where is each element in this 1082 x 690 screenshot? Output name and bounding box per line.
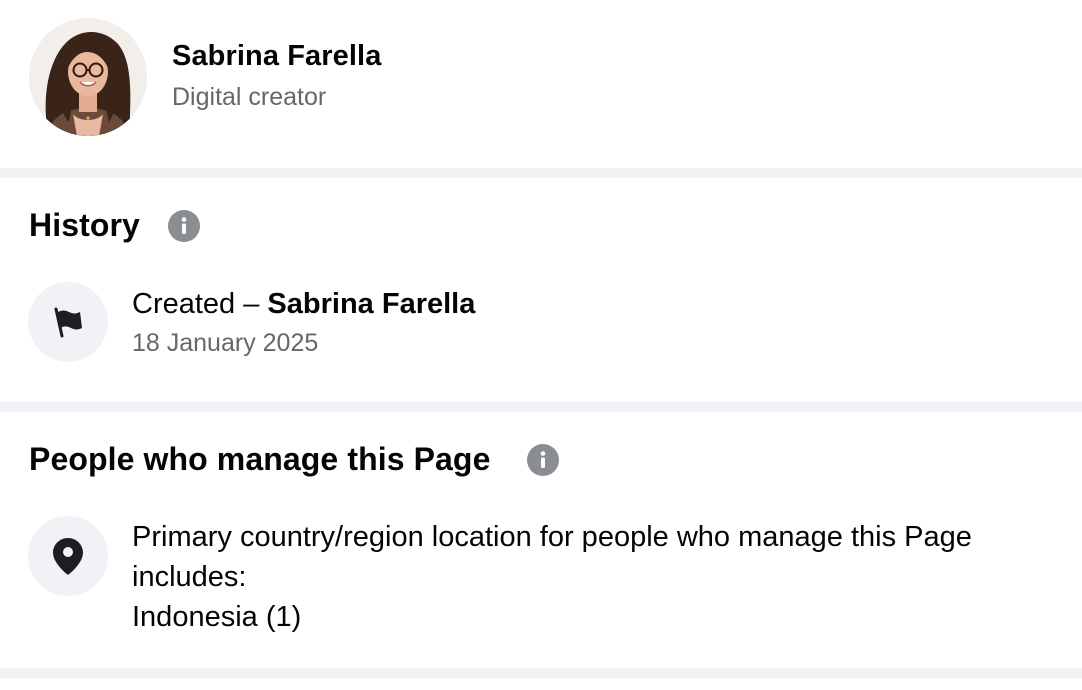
- avatar-image: [29, 18, 147, 136]
- location-badge: [28, 516, 108, 596]
- profile-category: Digital creator: [172, 83, 327, 111]
- section-divider: [0, 168, 1082, 178]
- flag-icon: [54, 307, 82, 338]
- history-created-prefix: Created –: [132, 288, 268, 320]
- info-icon[interactable]: [527, 444, 559, 476]
- location-pin-icon: [53, 538, 83, 575]
- section-divider: [0, 668, 1082, 678]
- info-icon[interactable]: [168, 210, 200, 242]
- avatar[interactable]: [29, 18, 147, 136]
- managers-location-line2: includes:: [132, 561, 247, 593]
- profile-header: Sabrina Farella Digital creator: [0, 0, 1082, 168]
- managers-location-line1: Primary country/region location for peop…: [132, 521, 972, 553]
- managers-location-country: Indonesia (1): [132, 601, 302, 633]
- history-flag-badge: [28, 282, 108, 362]
- history-title: History: [29, 207, 140, 243]
- history-created-date: 18 January 2025: [132, 329, 319, 357]
- history-created-name[interactable]: Sabrina Farella: [267, 288, 475, 320]
- section-divider: [0, 402, 1082, 412]
- managers-location-text: Primary country/region location for peop…: [132, 517, 1062, 637]
- managers-title: People who manage this Page: [29, 441, 491, 477]
- history-created-line: Created – Sabrina Farella: [132, 284, 475, 324]
- page-transparency-panel: Sabrina Farella Digital creator History …: [0, 0, 1082, 690]
- profile-name[interactable]: Sabrina Farella: [172, 40, 381, 73]
